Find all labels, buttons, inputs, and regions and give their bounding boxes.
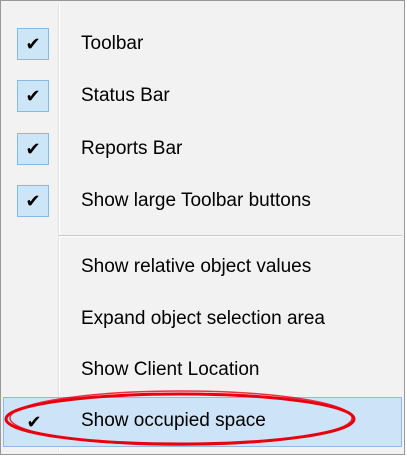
menu-item-reports-bar[interactable]: ✔ Reports Bar (3, 125, 402, 175)
menu-item-label: Show Client Location (81, 359, 260, 380)
menu-item-label: Show relative object values (81, 256, 312, 277)
checkmark-icon: ✔ (17, 80, 49, 112)
menu-item-show-client-location[interactable]: Show Client Location (3, 346, 402, 396)
checkmark-icon: ✔ (26, 411, 42, 433)
menu-item-label: Show occupied space (81, 410, 266, 431)
checkmark-icon: ✔ (17, 28, 49, 60)
menu-item-show-large-toolbar-buttons[interactable]: ✔ Show large Toolbar buttons (3, 177, 402, 227)
menu-item-toolbar[interactable]: ✔ Toolbar (3, 20, 402, 70)
menu-item-label: Reports Bar (81, 138, 183, 159)
menu-item-label: Expand object selection area (81, 308, 325, 329)
menu-item-show-occupied-space[interactable]: ✔ Show occupied space (3, 397, 402, 447)
menu-item-label: Toolbar (81, 33, 144, 54)
menu-item-show-relative-object-values[interactable]: Show relative object values (3, 243, 402, 293)
menu-item-label: Status Bar (81, 85, 170, 106)
checkmark-icon: ✔ (17, 133, 49, 165)
context-menu: ✔ Toolbar ✔ Status Bar ✔ Reports Bar ✔ S… (0, 0, 405, 455)
menu-item-expand-object-selection-area[interactable]: Expand object selection area (3, 295, 402, 345)
menu-item-label: Show large Toolbar buttons (81, 190, 311, 211)
menu-item-status-bar[interactable]: ✔ Status Bar (3, 72, 402, 122)
menu-separator-highlight (59, 236, 402, 237)
checkmark-icon: ✔ (17, 185, 49, 217)
